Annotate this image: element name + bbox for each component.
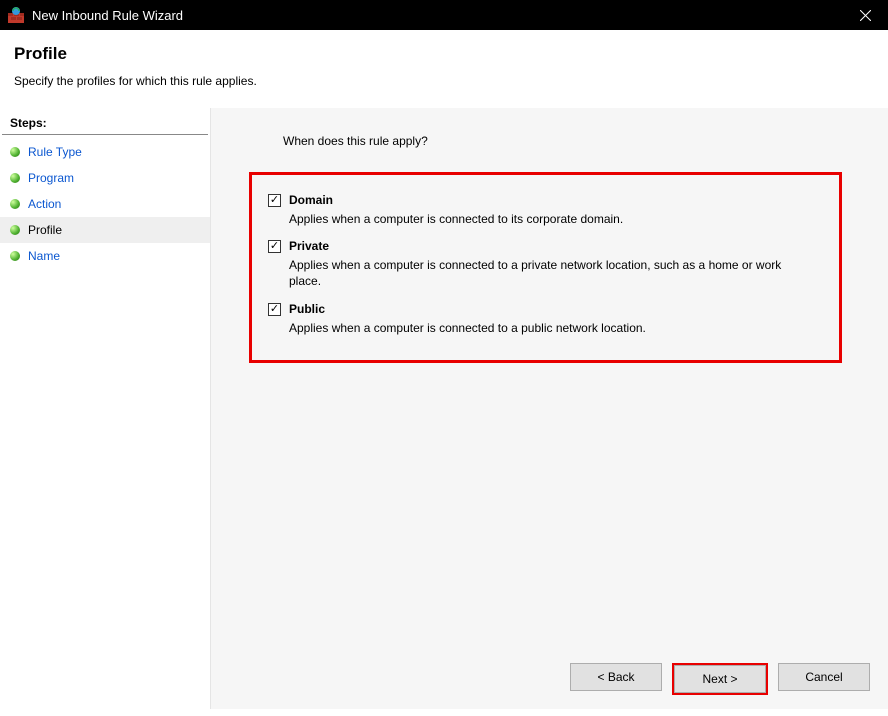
option-private-desc: Applies when a computer is connected to … [289, 257, 815, 289]
back-button[interactable]: < Back [570, 663, 662, 691]
step-profile[interactable]: Profile [0, 217, 210, 243]
steps-sidebar: Steps: Rule Type Program Action Profile … [0, 108, 210, 709]
close-button[interactable] [842, 0, 888, 30]
step-name[interactable]: Name [0, 243, 210, 269]
bullet-icon [10, 199, 20, 209]
option-domain-label: Domain [289, 193, 815, 207]
cancel-button[interactable]: Cancel [778, 663, 870, 691]
content-question: When does this rule apply? [283, 134, 862, 148]
option-public-label: Public [289, 302, 815, 316]
titlebar: New Inbound Rule Wizard [0, 0, 888, 30]
option-public: Public Applies when a computer is connec… [268, 302, 815, 336]
checkbox-public[interactable] [268, 303, 281, 316]
checkbox-private[interactable] [268, 240, 281, 253]
wizard-body: Steps: Rule Type Program Action Profile … [0, 108, 888, 709]
option-private-label: Private [289, 239, 815, 253]
step-rule-type[interactable]: Rule Type [0, 139, 210, 165]
wizard-button-bar: < Back Next > Cancel [570, 663, 870, 695]
steps-heading: Steps: [2, 112, 208, 135]
next-button-highlight: Next > [672, 663, 768, 695]
step-label: Profile [28, 223, 62, 237]
wizard-content: When does this rule apply? Domain Applie… [210, 108, 888, 709]
firewall-icon [8, 7, 24, 23]
option-public-desc: Applies when a computer is connected to … [289, 320, 815, 336]
option-domain-desc: Applies when a computer is connected to … [289, 211, 815, 227]
step-action[interactable]: Action [0, 191, 210, 217]
bullet-icon [10, 251, 20, 261]
bullet-icon [10, 225, 20, 235]
step-program[interactable]: Program [0, 165, 210, 191]
step-label: Name [28, 249, 60, 263]
step-label: Rule Type [28, 145, 82, 159]
wizard-header: Profile Specify the profiles for which t… [0, 30, 888, 108]
option-private: Private Applies when a computer is conne… [268, 239, 815, 289]
option-domain: Domain Applies when a computer is connec… [268, 193, 815, 227]
checkbox-domain[interactable] [268, 194, 281, 207]
step-label: Action [28, 197, 61, 211]
bullet-icon [10, 173, 20, 183]
profile-options-highlight: Domain Applies when a computer is connec… [249, 172, 842, 363]
page-subtitle: Specify the profiles for which this rule… [14, 74, 874, 88]
window-title: New Inbound Rule Wizard [32, 8, 842, 23]
next-button[interactable]: Next > [674, 665, 766, 693]
step-label: Program [28, 171, 74, 185]
bullet-icon [10, 147, 20, 157]
page-title: Profile [14, 44, 874, 64]
